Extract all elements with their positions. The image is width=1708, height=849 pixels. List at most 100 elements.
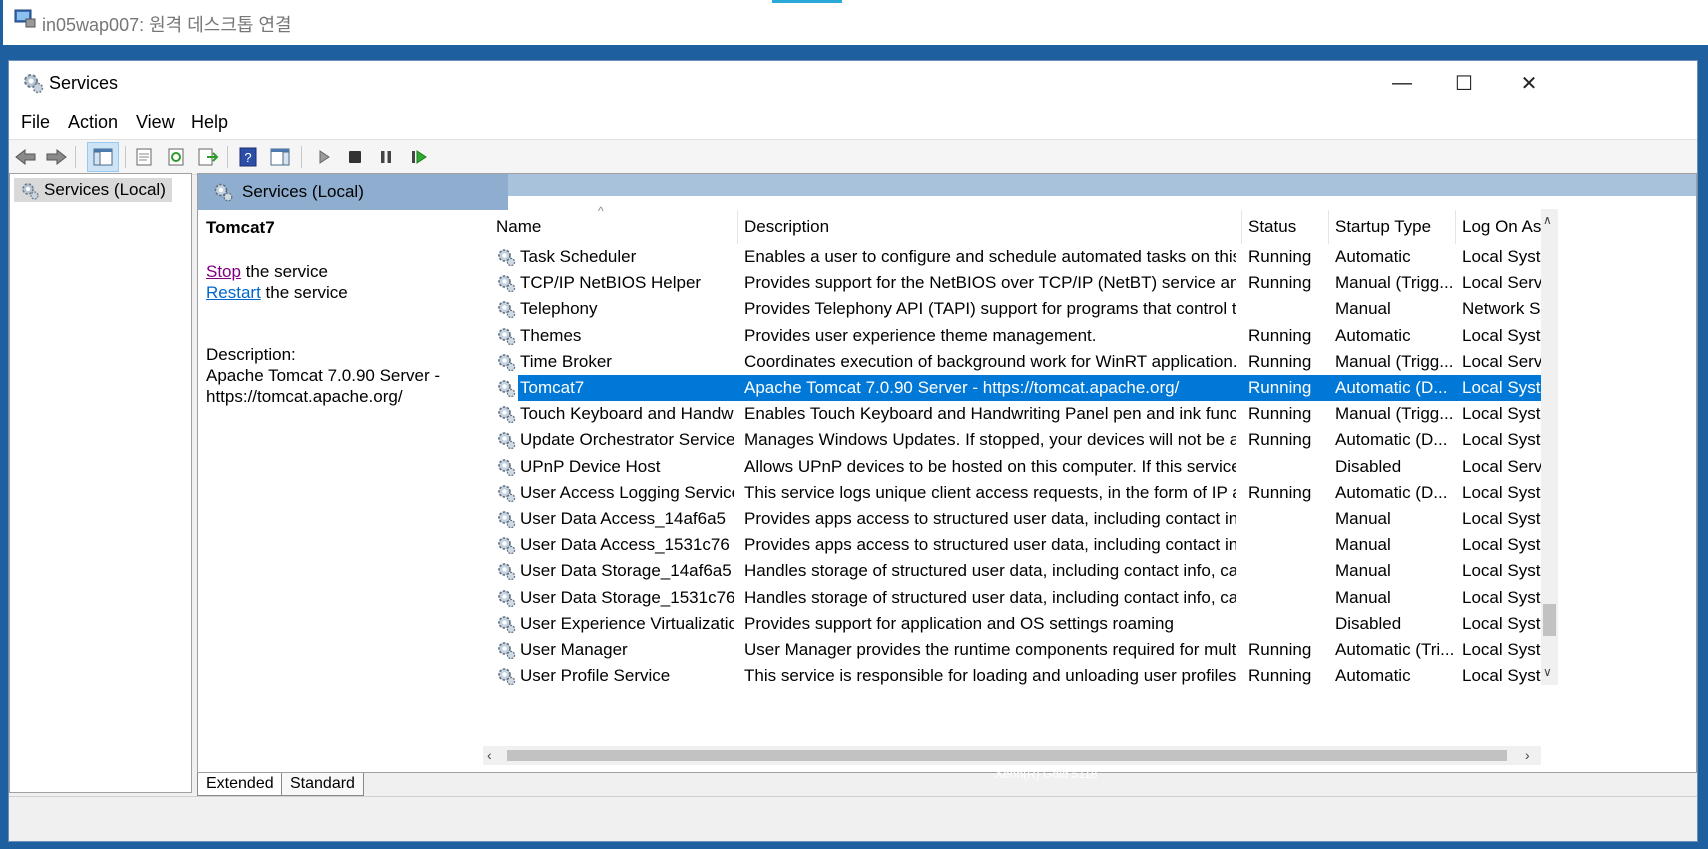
export-list-icon[interactable] [195, 145, 221, 169]
scroll-down-icon[interactable]: ∨ [1543, 665, 1552, 679]
service-gear-icon [496, 535, 516, 555]
restart-service-link[interactable]: Restart [206, 283, 261, 302]
start-service-icon[interactable] [311, 145, 337, 169]
cell-description: This service logs unique client access r… [744, 482, 1236, 502]
table-row[interactable]: Telephony Provides Telephony API (TAPI) s… [490, 296, 1552, 322]
refresh-icon[interactable] [163, 145, 189, 169]
show-hide-console-tree-icon[interactable] [87, 142, 119, 172]
forward-icon[interactable] [43, 145, 69, 169]
cell-name: User Experience Virtualizatio... [520, 613, 734, 633]
scroll-right-icon[interactable]: › [1525, 747, 1530, 763]
cell-description: Apache Tomcat 7.0.90 Server - https://to… [744, 378, 1180, 397]
cell-status: Running [1248, 640, 1312, 659]
cell-startup-type: Automatic (Tri... [1335, 640, 1453, 659]
table-row[interactable]: Tomcat7 Apache Tomcat 7.0.90 Server - htt… [498, 375, 1552, 401]
cell-startup-type: Automatic (D... [1335, 482, 1448, 502]
table-row[interactable]: TCP/IP NetBIOS Helper Provides support fo… [490, 270, 1552, 296]
cell-log-on-as: Local System [1462, 325, 1552, 345]
tab-standard[interactable]: Standard [281, 773, 364, 796]
table-row[interactable]: User Profile Service This service is resp… [490, 663, 1552, 689]
cell-log-on-as: Local System [1462, 509, 1552, 528]
cell-status: Running [1248, 666, 1312, 686]
scroll-left-icon[interactable]: ‹ [487, 747, 492, 763]
cell-description: Enables Touch Keyboard and Handwriting P… [744, 404, 1236, 424]
column-header-log-on-as[interactable]: Log On As [1456, 210, 1552, 244]
status-bar [9, 796, 1697, 841]
cell-name: Update Orchestrator Service [520, 430, 734, 450]
cell-name: Time Broker [520, 351, 612, 371]
scroll-up-icon[interactable]: ∧ [1543, 213, 1552, 227]
tab-extended[interactable]: Extended [197, 773, 283, 796]
cell-startup-type: Automatic [1335, 325, 1411, 345]
table-row[interactable]: User Data Storage_1531c76 Handles storage… [490, 585, 1552, 611]
table-row[interactable]: Touch Keyboard and Handw... Enables Touch… [490, 401, 1552, 427]
cell-log-on-as: Network Se... [1462, 299, 1552, 319]
menu-view[interactable]: View [136, 112, 175, 133]
service-gear-icon [496, 509, 516, 529]
menu-file[interactable]: File [21, 112, 50, 133]
stop-line: Stop the service [206, 262, 328, 282]
cell-startup-type: Disabled [1335, 613, 1402, 633]
column-header-name[interactable]: Name [490, 210, 738, 244]
description-text-line1: Apache Tomcat 7.0.90 Server - [206, 366, 441, 385]
cell-log-on-as: Local System [1462, 561, 1552, 581]
restart-service-icon[interactable] [406, 145, 432, 169]
service-gear-icon [496, 430, 516, 450]
show-action-pane-icon[interactable] [267, 145, 293, 169]
table-row[interactable]: User Data Access_1531c76 Provides apps ac… [490, 532, 1552, 558]
cell-name: User Manager [520, 640, 628, 659]
cell-log-on-as: Local System [1462, 404, 1552, 424]
table-row[interactable]: User Access Logging Service This service … [490, 480, 1552, 506]
cell-description: Handles storage of structured user data,… [744, 561, 1236, 581]
table-row[interactable]: Update Orchestrator Service Manages Windo… [490, 427, 1552, 453]
service-gear-icon [496, 561, 516, 581]
service-gear-icon [496, 378, 516, 398]
cell-startup-type: Manual (Trigg... [1335, 404, 1453, 424]
cell-log-on-as: Local Service [1462, 456, 1552, 476]
cell-description: Coordinates execution of background work… [744, 351, 1236, 371]
table-row[interactable]: UPnP Device Host Allows UPnP devices to b… [490, 454, 1552, 480]
back-icon[interactable] [13, 145, 39, 169]
cell-log-on-as: Local System [1462, 666, 1552, 686]
cell-status: Running [1248, 430, 1312, 450]
header-divider [508, 196, 1696, 210]
cell-name: User Data Storage_14af6a5 [520, 561, 732, 581]
table-row[interactable]: Task Scheduler Enables a user to configur… [490, 244, 1552, 270]
cell-description: Provides support for application and OS … [744, 613, 1174, 633]
table-row[interactable]: User Data Storage_14af6a5 Handles storage… [490, 558, 1552, 584]
table-row[interactable]: Time Broker Coordinates execution of back… [490, 349, 1552, 375]
stop-service-link[interactable]: Stop [206, 262, 241, 281]
column-header-startup-type[interactable]: Startup Type [1329, 210, 1456, 244]
cell-status [1248, 532, 1328, 558]
cell-startup-type: Manual (Trigg... [1335, 351, 1453, 371]
minimize-button[interactable]: — [1367, 61, 1437, 106]
table-row[interactable]: User Data Access_14af6a5 Provides apps ac… [490, 506, 1552, 532]
menu-action[interactable]: Action [68, 112, 118, 133]
maximize-button[interactable]: ☐ [1429, 61, 1499, 106]
cell-status: Running [1248, 351, 1312, 371]
tree-item-services-local[interactable]: Services (Local) [14, 178, 172, 202]
close-button[interactable]: ✕ [1494, 61, 1564, 106]
help-icon[interactable]: ? [235, 145, 261, 169]
toolbar-separator [227, 146, 228, 168]
cell-description: This service is responsible for loading … [744, 666, 1236, 686]
cell-status [1248, 585, 1328, 611]
menu-help[interactable]: Help [191, 112, 228, 133]
window-title: Services [49, 73, 119, 93]
properties-icon[interactable] [131, 145, 157, 169]
cell-startup-type: Automatic [1335, 666, 1411, 686]
services-table: ^ Name Description Status Startup Type L… [490, 204, 1560, 693]
vertical-scroll-thumb[interactable] [1543, 604, 1556, 636]
service-gear-icon [496, 457, 516, 477]
window-title-bar[interactable]: Services — ☐ ✕ [9, 61, 1697, 106]
column-header-description[interactable]: Description [738, 210, 1242, 244]
table-row[interactable]: User Experience Virtualizatio... Provides… [490, 611, 1552, 637]
cell-name: User Data Access_1531c76 [520, 535, 730, 555]
cell-name: User Data Storage_1531c76 [520, 587, 734, 607]
pause-service-icon[interactable] [373, 145, 399, 169]
horizontal-scroll-thumb[interactable] [507, 750, 1507, 761]
stop-service-icon[interactable] [342, 145, 368, 169]
column-header-status[interactable]: Status [1242, 210, 1329, 244]
table-row[interactable]: User Manager User Manager provides the ru… [490, 637, 1552, 663]
table-row[interactable]: Themes Provides user experience theme man… [490, 323, 1552, 349]
